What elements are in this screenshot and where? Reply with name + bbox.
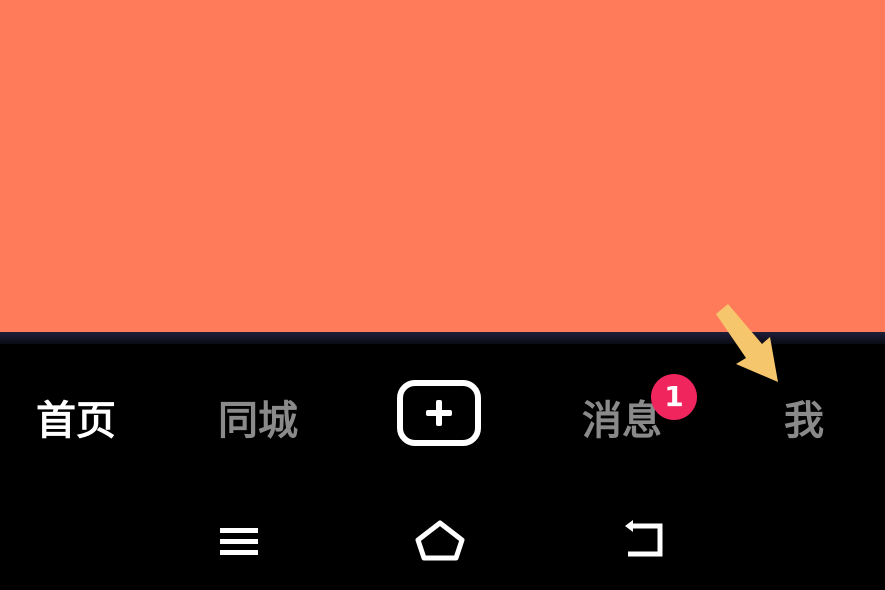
- system-back-button[interactable]: [620, 520, 670, 564]
- system-menu-button[interactable]: [216, 520, 260, 564]
- home-icon: [415, 520, 465, 561]
- tab-me[interactable]: 我: [784, 396, 824, 446]
- message-count-badge: 1: [651, 374, 697, 420]
- menu-icon: [220, 528, 258, 555]
- back-icon: [625, 520, 663, 557]
- tab-messages[interactable]: 消息: [582, 396, 662, 446]
- system-home-button[interactable]: [414, 518, 466, 566]
- create-button[interactable]: [397, 380, 481, 446]
- content-area: [0, 0, 885, 332]
- tab-home[interactable]: 首页: [36, 396, 116, 446]
- system-navigation-bar: [0, 494, 885, 590]
- tab-local[interactable]: 同城: [218, 396, 298, 446]
- plus-icon: [426, 400, 452, 426]
- pointer-arrow-icon: [716, 304, 778, 382]
